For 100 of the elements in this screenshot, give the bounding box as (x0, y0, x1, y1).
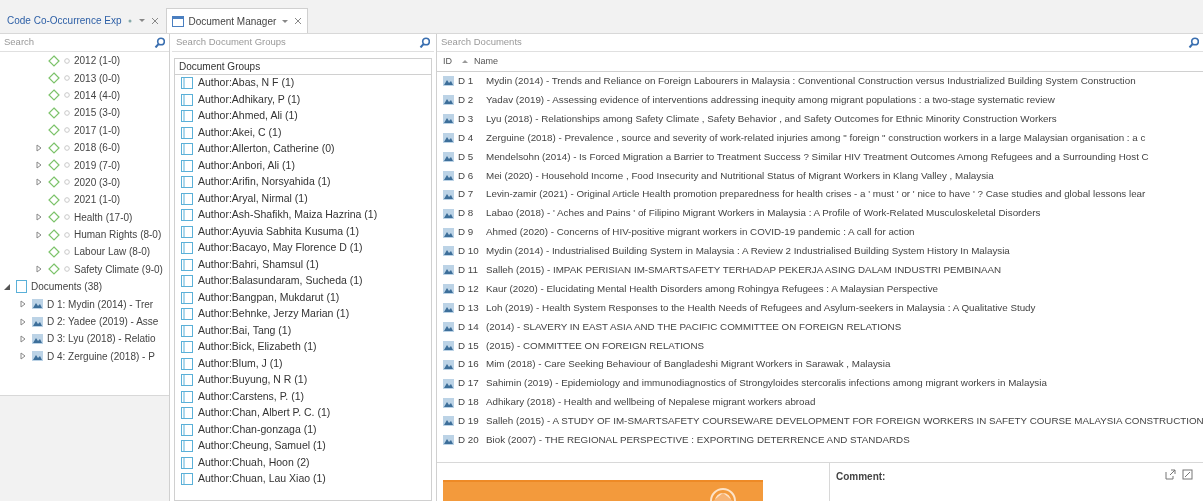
dropdown-icon[interactable] (281, 17, 290, 25)
group-item[interactable]: Author:Abas, N F (1) (198, 75, 295, 92)
edit-icon[interactable] (1182, 469, 1193, 480)
group-item[interactable]: Author:Carstens, P. (1) (198, 388, 305, 405)
table-cell-text: D 16 (458, 357, 479, 372)
expand-icon[interactable] (36, 143, 44, 152)
search-field[interactable]: Search Documents (437, 34, 1203, 52)
tree-item[interactable]: 2020 (3-0) (74, 174, 121, 190)
expand-icon[interactable] (20, 300, 28, 309)
search-icon[interactable] (1188, 37, 1199, 48)
tree-item[interactable]: D 3: Lyu (2018) - Relatio (47, 331, 156, 347)
group-item[interactable]: Author:Bahri, Shamsul (1) (198, 256, 319, 273)
collapse-icon[interactable] (4, 282, 12, 291)
expand-icon[interactable] (20, 334, 28, 343)
tree-item[interactable]: 2013 (0-0) (74, 70, 121, 86)
export-icon[interactable] (1165, 469, 1176, 480)
circle-icon (64, 249, 70, 255)
tree-item[interactable]: Documents (38) (31, 279, 103, 295)
group-item[interactable]: Author:Bacayo, May Florence D (1) (198, 240, 363, 257)
dropdown-icon[interactable] (137, 17, 146, 24)
table-cell[interactable]: Mim (2018) - Care Seeking Behaviour of Bangladeshi Migrant Workers in Sarawak , Malaysia (486, 357, 891, 373)
table-cell[interactable]: Mendelsohn (2014) - Is Forced Migration a Barrier to Treatment Success ? Similar HIV Treatment Outcomes Among Refugees and a Surrounding Host C (486, 149, 1149, 165)
group-item[interactable]: Author:Chuan, Lau Xiao (1) (198, 471, 326, 488)
search-field[interactable]: Search (0, 34, 169, 52)
expand-icon[interactable] (36, 230, 44, 239)
table-cell-text: D 12 (458, 281, 479, 296)
table-cell-text: D 3 (458, 111, 474, 126)
tree-item[interactable]: Safety Climate (9-0) (74, 261, 163, 277)
search-input[interactable]: Search Documents (441, 35, 1188, 50)
group-item[interactable]: Author:Arifin, Norsyahida (1) (198, 174, 331, 191)
tree-item[interactable]: Labour Law (8-0) (74, 244, 151, 260)
table-cell[interactable]: Lyu (2018) - Relationships among Safety Climate , Safety Behavior , and Safety Outcomes for Ethnic Minority Construction Workers (486, 111, 1057, 127)
tree-item[interactable]: 2021 (1-0) (74, 192, 121, 208)
search-icon[interactable] (154, 37, 165, 48)
group-item[interactable]: Author:Balasundaram, Sucheda (1) (198, 273, 363, 290)
circle-icon (64, 162, 70, 169)
column-header[interactable]: Name (469, 54, 498, 69)
search-input[interactable]: Search (4, 35, 154, 50)
column-header[interactable]: ID (437, 54, 461, 69)
table-cell[interactable]: Loh (2019) - Health System Responses to the Health Needs of Refugees and Asylum-seekers in Malaysia : A Qualitative Study (486, 300, 1036, 316)
table-cell[interactable]: Mei (2020) - Household Income , Food Insecurity and Nutritional Status of Migrant Workers in Klang Valley , Malaysia (486, 168, 994, 184)
tree-item[interactable]: D 2: Yadee (2019) - Asse (47, 314, 159, 330)
tree-item[interactable]: 2015 (3-0) (74, 105, 121, 121)
sort-icon[interactable] (461, 58, 469, 65)
expand-icon[interactable] (36, 178, 44, 187)
tree-item[interactable]: D 4: Zerguine (2018) - P (47, 348, 155, 364)
table-cell[interactable]: Adhikary (2018) - Health and wellbeing of Nepalese migrant workers abroad (486, 395, 816, 410)
group-item[interactable]: Author:Behnke, Jerzy Marian (1) (198, 306, 350, 323)
table-cell[interactable]: Salleh (2015) - A STUDY OF IM-SMARTSAFETY COURSEWARE DEVELOPMENT FOR FOREIGN WORKERS IN SAFETY COURSE MALAYSIA CONSTRUCTION (486, 414, 1203, 429)
table-cell[interactable]: Zerguine (2018) - Prevalence , source and severity of work-related injuries among " foreign " construction workers in a large Malaysian organisation : a c (486, 130, 1146, 146)
expand-icon[interactable] (36, 265, 44, 274)
close-icon[interactable] (150, 16, 159, 25)
table-cell[interactable]: Mydin (2014) - Industrialised Building System in Malaysia : A Review 2 Industrialised Building System History In Malaysia (486, 244, 1010, 259)
search-icon[interactable] (419, 37, 430, 48)
group-item[interactable]: Author:Ayuvia Sabhita Kusuma (1) (198, 223, 359, 240)
search-field[interactable]: Search Document Groups (172, 34, 434, 52)
tree-item[interactable]: 2014 (4-0) (74, 87, 121, 103)
tab[interactable]: Document Manager (165, 8, 309, 33)
expand-icon[interactable] (36, 161, 44, 170)
column-header[interactable]: Document Groups (175, 59, 431, 75)
group-item[interactable]: Author:Ash-Shafikh, Maiza Hazrina (1) (198, 207, 378, 224)
expand-icon[interactable] (20, 317, 28, 326)
tree-item[interactable]: D 1: Mydin (2014) - Trer (47, 296, 154, 312)
group-item[interactable]: Author:Allerton, Catherine (0) (198, 141, 335, 158)
group-item[interactable]: Author:Blum, J (1) (198, 355, 283, 372)
tree-item[interactable]: 2012 (1-0) (74, 53, 121, 69)
close-icon[interactable] (294, 17, 303, 25)
group-item[interactable]: Author:Bai, Tang (1) (198, 322, 292, 339)
group-item[interactable]: Author:Aryal, Nirmal (1) (198, 190, 308, 207)
group-item[interactable]: Author:Bangpan, Mukdarut (1) (198, 289, 340, 306)
table-cell[interactable]: Biok (2007) - THE REGIONAL PERSPECTIVE : EXPORTING DETERRENCE AND STANDARDS (486, 433, 910, 448)
table-cell[interactable]: Yadav (2019) - Assessing evidence of interventions addressing inequity among migrant populations : a two-stage systematic review (486, 93, 1055, 108)
table-cell[interactable]: (2014) - SLAVERY IN EAST ASIA AND THE PACIFIC COMMITTEE ON FOREIGN RELATIONS (486, 319, 902, 335)
group-item[interactable]: Author:Akei, C (1) (198, 124, 282, 141)
expand-icon[interactable] (36, 213, 44, 222)
group-item[interactable]: Author:Adhikary, P (1) (198, 91, 301, 108)
table-cell[interactable]: (2015) - COMMITTEE ON FOREIGN RELATIONS (486, 338, 705, 354)
group-item[interactable]: Author:Bick, Elizabeth (1) (198, 339, 317, 356)
group-icon (181, 176, 193, 189)
tree-item[interactable]: Human Rights (8-0) (74, 227, 162, 243)
tree-item[interactable]: 2017 (1-0) (74, 122, 121, 138)
expand-icon[interactable] (20, 352, 28, 361)
group-item[interactable]: Author:Anbori, Ali (1) (198, 157, 295, 174)
group-item[interactable]: Author:Cheung, Samuel (1) (198, 438, 326, 455)
table-cell[interactable]: Mydin (2014) - Trends and Reliance on Foreign Labourers in Malaysia : Conventional Construction versus Industrialized Building System Construction (486, 74, 1136, 89)
table-cell[interactable]: Sahimin (2019) - Epidemiology and immunodiagnostics of Strongyloides stercoralis infections among migrant workers in Malaysia (486, 376, 1047, 392)
table-cell[interactable]: Kaur (2020) - Elucidating Mental Health Disorders among Rohingya Refugees : A Malaysian Perspective (486, 281, 938, 297)
group-item[interactable]: Author:Chuah, Hoon (2) (198, 454, 310, 471)
table-cell[interactable]: Levin-zamir (2021) - Original Article Health promotion preparedness for health crises - a ' must ' or ' nice to have ' ? Case studies and global lessons lear (486, 187, 1146, 203)
search-input[interactable]: Search Document Groups (176, 35, 419, 50)
group-item[interactable]: Author:Chan, Albert P. C. (1) (198, 405, 331, 422)
tree-item[interactable]: 2018 (6-0) (74, 140, 121, 156)
group-item[interactable]: Author:Ahmed, Ali (1) (198, 108, 298, 125)
tree-item[interactable]: Health (17-0) (74, 209, 133, 225)
group-item[interactable]: Author:Chan-gonzaga (1) (198, 421, 317, 438)
table-cell[interactable]: Ahmed (2020) - Concerns of HIV-positive migrant workers in COVID-19 pandemic : A call for action (486, 225, 915, 240)
table-cell[interactable]: Labao (2018) - ' Aches and Pains ' of Filipino Migrant Workers in Malaysia : A Profile of Work-Related Musculoskeletal Disorders (486, 206, 1041, 221)
group-item[interactable]: Author:Buyung, N R (1) (198, 372, 308, 389)
tree-item[interactable]: 2019 (7-0) (74, 157, 121, 173)
table-cell[interactable]: Salleh (2015) - IMPAK PERISIAN IM-SMARTSAFETY TERHADAP PEKERJA ASING DALAM INDUSTRI PEMBINAAN (486, 263, 1002, 278)
